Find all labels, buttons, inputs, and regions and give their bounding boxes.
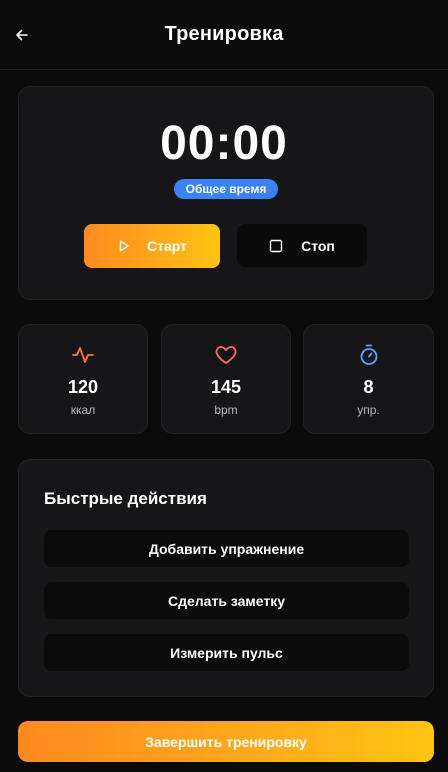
app-header: Тренировка bbox=[0, 0, 448, 70]
stat-label: упр. bbox=[357, 403, 380, 417]
finish-workout-button[interactable]: Завершить тренировку bbox=[18, 721, 434, 762]
stopwatch-icon bbox=[360, 344, 377, 365]
stop-button-label: Стоп bbox=[301, 237, 335, 254]
arrow-left-icon bbox=[16, 29, 28, 41]
stat-value: 145 bbox=[210, 377, 242, 397]
page-title: Тренировка bbox=[164, 23, 284, 45]
start-button-label: Старт bbox=[147, 238, 187, 254]
workout-screen: Тренировка 00:00 Общее время Старт Стоп … bbox=[0, 0, 448, 772]
timer-badge: Общее время bbox=[174, 179, 278, 199]
stat-card-calories: 120 ккал bbox=[18, 324, 148, 434]
stat-label: bpm bbox=[214, 403, 238, 417]
stat-label: ккал bbox=[70, 403, 96, 417]
play-icon bbox=[119, 240, 129, 252]
add-note-button[interactable]: Сделать заметку bbox=[44, 582, 409, 619]
stat-value: 120 bbox=[67, 377, 99, 397]
stop-button[interactable]: Стоп bbox=[237, 224, 367, 267]
heart-icon bbox=[215, 346, 237, 364]
quick-actions-card: Быстрые действия Добавить упражнение Сде… bbox=[18, 459, 434, 697]
activity-icon bbox=[72, 347, 94, 363]
stat-card-heart-rate: 145 bpm bbox=[161, 324, 291, 434]
add-exercise-button[interactable]: Добавить упражнение bbox=[44, 530, 409, 567]
stop-icon bbox=[269, 239, 283, 252]
stat-value: 8 bbox=[363, 377, 374, 397]
start-button[interactable]: Старт bbox=[84, 224, 220, 268]
quick-actions-title: Быстрые действия bbox=[44, 489, 207, 508]
back-button[interactable] bbox=[10, 23, 34, 47]
timer-display: 00:00 bbox=[160, 117, 288, 170]
measure-pulse-button[interactable]: Измерить пульс bbox=[44, 634, 409, 671]
stat-card-exercises: 8 упр. bbox=[303, 324, 434, 434]
